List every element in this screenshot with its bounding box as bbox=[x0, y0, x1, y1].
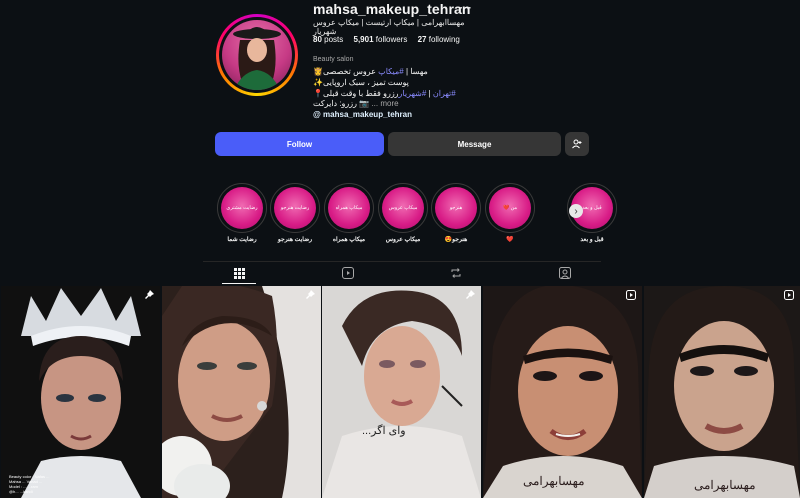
highlight-cover-text: رضایت مشتری bbox=[226, 205, 258, 211]
post-image bbox=[322, 286, 481, 498]
highlight-ring: میکاپ عروس bbox=[378, 183, 428, 233]
post-overlay-text: مهسابهرامی bbox=[523, 474, 585, 488]
pin-icon bbox=[466, 290, 475, 299]
bio-line-3: 📍 #تهران | #شهریاررزرو فقط با وقت قبلی bbox=[313, 89, 456, 98]
active-tab-indicator bbox=[222, 283, 256, 284]
suggested-accounts-button[interactable] bbox=[565, 132, 589, 156]
followers-stat[interactable]: 5,901 followers bbox=[354, 35, 408, 44]
highlight-cover-text: میکاپ همراه bbox=[335, 205, 363, 211]
post-tile[interactable]: مهسابهرامی bbox=[483, 286, 642, 498]
bio-more-link[interactable]: ... more bbox=[371, 99, 398, 108]
tagged-icon bbox=[559, 267, 571, 279]
chevron-right-icon[interactable]: › bbox=[569, 204, 583, 218]
highlight-cover: هنرجو bbox=[435, 187, 477, 229]
highlight-cover: میکاپ عروس bbox=[382, 187, 424, 229]
post-overlay-text: وای اگر... bbox=[362, 425, 406, 437]
message-button[interactable]: Message bbox=[388, 132, 561, 156]
highlight-cover: من ❤️ bbox=[489, 187, 531, 229]
follow-button[interactable]: Follow bbox=[215, 132, 384, 156]
profile-category: Beauty salon bbox=[313, 56, 354, 63]
highlight-cover-text: میکاپ عروس bbox=[388, 205, 418, 211]
sparkle-emoji-icon: ✨ bbox=[313, 78, 323, 87]
story-highlight[interactable]: رضایت هنرجو رضایت هنرجو bbox=[269, 183, 321, 243]
reels-icon bbox=[342, 267, 354, 279]
tab-tagged[interactable] bbox=[557, 266, 573, 280]
story-highlight[interactable]: هنرجو هنرجو😍 bbox=[430, 183, 482, 243]
reel-icon bbox=[784, 290, 794, 300]
highlight-label: ❤️ bbox=[506, 237, 514, 243]
highlight-ring: میکاپ همراه bbox=[324, 183, 374, 233]
posts-stat: 80 posts bbox=[313, 35, 344, 44]
post-image bbox=[162, 286, 321, 498]
highlight-label: رضایت شما bbox=[227, 237, 257, 243]
highlight-label: هنرجو😍 bbox=[444, 237, 468, 243]
story-highlight[interactable]: میکاپ عروس میکاپ عروس bbox=[377, 183, 429, 243]
bio-line-2: ✨پوست تمیز ، سبک اروپایی bbox=[313, 78, 409, 87]
post-caption: Beauty color : Nafas ... Mahsa ... Vahad… bbox=[9, 474, 50, 494]
profile-stats: 80 posts 5,901 followers 27 following bbox=[313, 35, 468, 44]
hashtag-link[interactable]: #میکاپ bbox=[378, 67, 404, 76]
highlight-label: میکاپ همراه bbox=[332, 237, 366, 243]
post-tile[interactable] bbox=[162, 286, 321, 498]
highlight-ring: من ❤️ bbox=[485, 183, 535, 233]
post-tile[interactable]: وای اگر... bbox=[322, 286, 481, 498]
more-horizontal-icon[interactable]: ⋯ bbox=[459, 0, 472, 16]
repost-icon bbox=[451, 268, 461, 278]
highlight-cover: میکاپ همراه bbox=[328, 187, 370, 229]
story-highlight[interactable]: میکاپ همراه میکاپ همراه bbox=[323, 183, 375, 243]
post-overlay-text: مهسابهرامی bbox=[694, 478, 756, 492]
profile-avatar[interactable] bbox=[216, 14, 298, 96]
post-tile[interactable]: Beauty color : Nafas ... Mahsa ... Vahad… bbox=[1, 286, 160, 498]
highlight-cover: رضایت هنرجو bbox=[274, 187, 316, 229]
highlight-cover-text: قبل و بعد bbox=[582, 205, 602, 211]
story-highlight[interactable]: من ❤️ ❤️ bbox=[484, 183, 536, 243]
post-image bbox=[1, 286, 160, 498]
location-pin-icon: 📍 bbox=[313, 89, 323, 98]
highlight-cover: رضایت مشتری bbox=[221, 187, 263, 229]
highlight-cover-text: هنرجو bbox=[449, 205, 463, 211]
following-stat[interactable]: 27 following bbox=[418, 35, 460, 44]
threads-icon: @ bbox=[313, 110, 321, 119]
tab-reposts[interactable] bbox=[448, 266, 464, 280]
story-highlight[interactable]: رضایت مشتری رضایت شما bbox=[216, 183, 268, 243]
grid-icon bbox=[233, 267, 245, 279]
bio-line-1: 👸 مهسا | #میکاپ عروس تخصصی bbox=[313, 67, 428, 76]
tab-posts[interactable] bbox=[231, 266, 247, 280]
highlight-cover-text: رضایت هنرجو bbox=[280, 205, 310, 211]
camera-emoji-icon: 📷 bbox=[359, 99, 370, 108]
reel-icon bbox=[626, 290, 636, 300]
tab-reels[interactable] bbox=[340, 266, 356, 280]
posts-grid: Beauty color : Nafas ... Mahsa ... Vahad… bbox=[0, 286, 800, 498]
post-tile[interactable]: مهسابهرامی bbox=[644, 286, 800, 498]
highlight-label: قبل و بعد bbox=[580, 237, 604, 243]
sparkle-emoji-icon: 👸 bbox=[313, 67, 323, 76]
profile-full-name: مهساابهرامی | میکاپ ارتیست | میکاپ عروس … bbox=[313, 18, 465, 36]
bio-line-4: رزرو: دایرکت 📷 ... more bbox=[313, 99, 399, 108]
add-person-icon bbox=[572, 139, 582, 149]
highlight-ring: هنرجو bbox=[431, 183, 481, 233]
pin-icon bbox=[145, 290, 154, 299]
highlight-ring: رضایت هنرجو bbox=[270, 183, 320, 233]
highlight-cover-text: من ❤️ bbox=[502, 205, 518, 211]
pin-icon bbox=[306, 290, 315, 299]
highlight-ring: رضایت مشتری bbox=[217, 183, 267, 233]
threads-link[interactable]: @ mahsa_makeup_tehran bbox=[313, 110, 412, 119]
profile-username: mahsa_makeup_tehran bbox=[313, 1, 471, 17]
avatar-image bbox=[222, 20, 292, 90]
highlight-label: رضایت هنرجو bbox=[277, 237, 313, 243]
post-image bbox=[644, 286, 800, 498]
post-image bbox=[483, 286, 642, 498]
highlight-label: میکاپ عروس bbox=[385, 237, 421, 243]
tabs-divider bbox=[203, 261, 601, 262]
